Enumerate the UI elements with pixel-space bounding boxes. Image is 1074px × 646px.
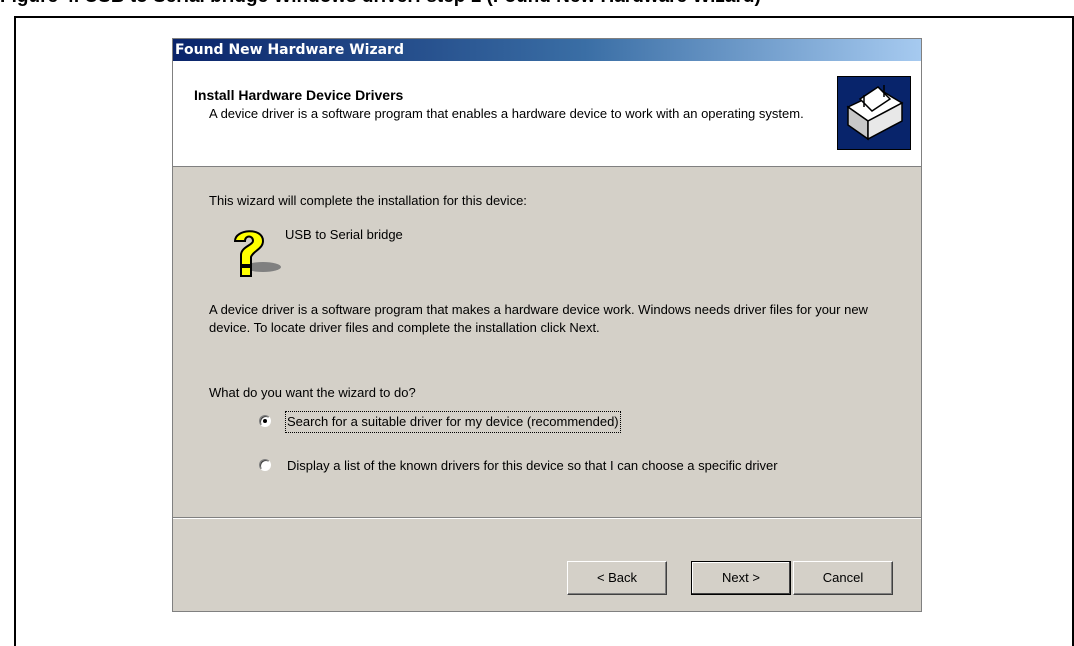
window-title: Found New Hardware Wizard xyxy=(175,42,404,58)
header-title: Install Hardware Device Drivers xyxy=(194,87,404,103)
device-name: USB to Serial bridge xyxy=(285,227,403,242)
document-heading: Figure 4. USB to Serial bridge Windows d… xyxy=(0,0,1074,12)
radio-display-list[interactable] xyxy=(259,459,271,471)
radio-search-driver[interactable] xyxy=(259,415,271,427)
option-display-list-label[interactable]: Display a list of the known drivers for … xyxy=(287,457,857,475)
question-text: What do you want the wizard to do? xyxy=(209,385,416,400)
header-subtitle: A device driver is a software program th… xyxy=(209,106,804,121)
wizard-header: Install Hardware Device Drivers A device… xyxy=(173,61,921,167)
explanation-text: A device driver is a software program th… xyxy=(209,302,868,335)
next-button[interactable]: Next > xyxy=(691,561,791,595)
window-title-bar[interactable]: Found New Hardware Wizard xyxy=(173,39,921,61)
back-button[interactable]: < Back xyxy=(567,561,667,595)
footer-separator xyxy=(173,517,921,519)
radio-selected-dot xyxy=(263,419,267,423)
intro-text: This wizard will complete the installati… xyxy=(209,193,527,208)
wizard-window: Found New Hardware Wizard Install Hardwa… xyxy=(172,38,922,612)
cancel-button[interactable]: Cancel xyxy=(793,561,893,595)
hardware-wizard-logo-icon xyxy=(837,76,911,150)
question-mark-device-icon xyxy=(225,223,285,279)
option-search-driver-label[interactable]: Search for a suitable driver for my devi… xyxy=(285,411,621,433)
